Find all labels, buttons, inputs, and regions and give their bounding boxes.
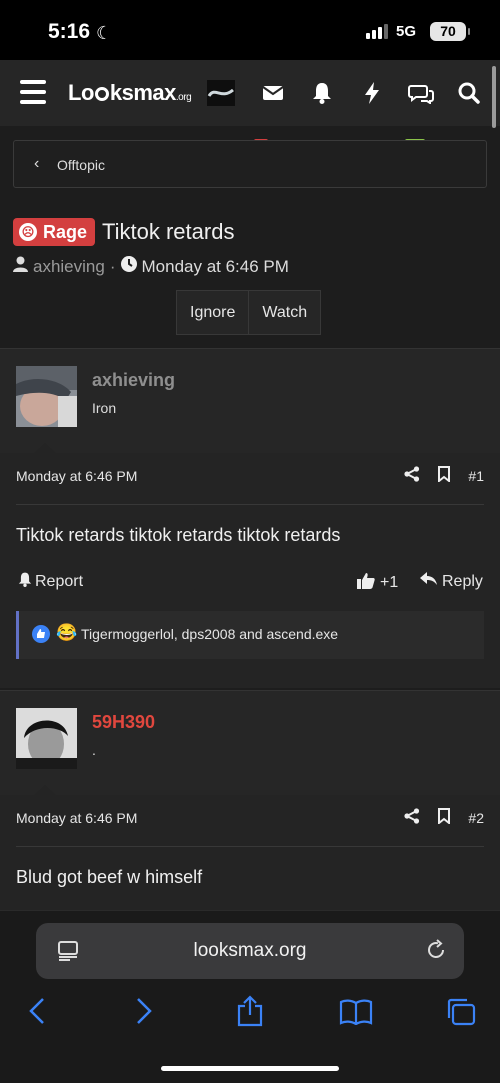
like-reaction-icon [32,625,50,643]
bell-icon [18,572,32,592]
search-icon[interactable] [458,82,480,109]
breadcrumb[interactable]: ‹ Offtopic [13,140,487,188]
like-count: +1 [380,574,399,591]
lightning-icon[interactable] [364,82,380,109]
post-body: Blud got beef w himself [16,867,203,887]
battery-indicator: 70 [430,22,470,41]
inbox-icon[interactable] [262,84,284,107]
thread-title: Tiktok retards [102,219,235,244]
scrollbar[interactable] [492,66,496,128]
reactions-text: Tigermoggerlol, dps2008 and ascend.exe [81,626,339,642]
report-label: Report [35,573,84,590]
conversations-icon[interactable] [408,84,434,109]
user-title: . [92,742,96,758]
post-number[interactable]: #1 [468,468,484,484]
post-username[interactable]: 59H390 [92,712,155,733]
angry-face-icon: ☹ [19,223,37,241]
site-logo[interactable]: Lo ksmax.org [68,80,192,106]
reply-icon [420,572,437,591]
breadcrumb-label: Offtopic [57,157,105,173]
bookmark-icon[interactable] [438,466,451,485]
thread-date[interactable]: Monday at 6:46 PM [142,257,289,277]
thread-actions: Ignore Watch [176,290,322,335]
prefix-label: Rage [43,221,88,242]
share-icon[interactable] [404,466,420,485]
user-arrow [34,443,56,453]
reactions-bar[interactable]: 😂 Tigermoggerlol, dps2008 and ascend.exe [16,611,484,659]
thumbs-up-icon [357,572,375,594]
thread-header: ☹ Rage Tiktok retards [13,217,234,247]
chevron-left-icon: ‹ [34,155,40,172]
tabs-icon[interactable] [445,997,477,1032]
post-number[interactable]: #2 [468,810,484,826]
clock-icon [120,256,137,277]
post-username[interactable]: axhieving [92,370,175,391]
report-button[interactable]: Report [18,572,83,592]
share-icon[interactable] [404,808,420,827]
post: 59H390 . Monday at 6:46 PM #2 Blud got b… [0,690,500,912]
reply-label: Reply [442,572,483,590]
post-body: Tiktok retards tiktok retards tiktok ret… [16,525,341,545]
network-label: 5G [396,23,417,40]
share-icon[interactable] [236,995,264,1032]
moon-icon: ☾ [96,23,113,43]
url-text: looksmax.org [193,940,307,961]
post-user-block: axhieving Iron [0,349,500,453]
bookmarks-icon[interactable] [339,999,373,1030]
divider [16,504,484,505]
user-icon [13,256,28,277]
bell-icon[interactable] [312,82,332,109]
post-date[interactable]: Monday at 6:46 PM [16,468,137,484]
post-date[interactable]: Monday at 6:46 PM [16,810,137,826]
address-bar[interactable]: looksmax.org [36,923,464,979]
forward-icon[interactable] [135,997,153,1030]
status-time: 5:16 [48,20,91,43]
meta-separator: · [109,256,116,276]
post-user-block: 59H390 . [0,691,500,795]
divider [16,846,484,847]
bookmark-icon[interactable] [438,808,451,827]
user-title: Iron [92,400,117,416]
thread-meta: axhieving · Monday at 6:46 PM [13,256,289,277]
avatar[interactable] [16,708,77,769]
thread-author[interactable]: axhieving [33,257,105,277]
like-button[interactable]: +1 [357,572,398,594]
user-arrow [34,785,56,795]
post-tools: #2 [404,808,484,827]
laughing-emoji-icon: 😂 [56,623,78,642]
reload-icon[interactable] [425,939,447,966]
reply-button[interactable]: Reply [420,572,483,591]
home-indicator[interactable] [161,1066,339,1071]
post: axhieving Iron Monday at 6:46 PM #1 Tikt… [0,348,500,688]
thread-prefix-badge[interactable]: ☹ Rage [13,218,96,246]
watch-button[interactable]: Watch [248,291,320,334]
status-bar: 5:16 ☾ 5G 70 [0,0,500,60]
browser-toolbar: looksmax.org [0,910,500,1083]
avatar[interactable] [16,366,77,427]
menu-icon[interactable] [20,80,46,104]
account-avatar[interactable] [207,80,235,106]
site-navbar: Loksmax.org 1 23 [0,60,500,154]
back-icon[interactable] [28,997,46,1030]
ignore-button[interactable]: Ignore [177,291,248,334]
post-tools: #1 [404,466,484,485]
signal-icon [366,24,388,39]
